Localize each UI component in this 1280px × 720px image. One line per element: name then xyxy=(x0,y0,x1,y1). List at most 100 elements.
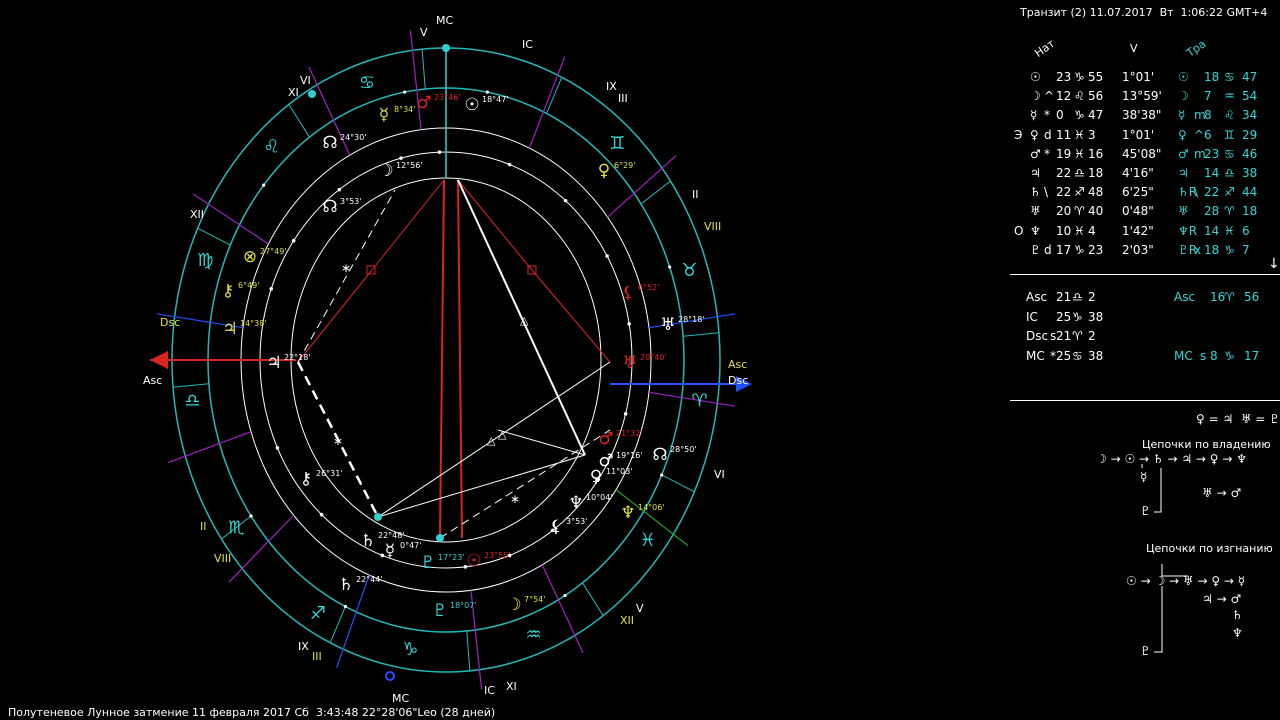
table-cell: 28 xyxy=(1204,204,1220,219)
table-cell: Asc xyxy=(1174,290,1196,304)
house-number-label: VI xyxy=(714,468,725,481)
aspect-trine-marker: △ xyxy=(520,314,529,327)
natal-planet-glyph: ⊗ xyxy=(243,247,257,267)
table-cell: ♃ xyxy=(1178,166,1189,180)
table-cell: ♑ xyxy=(1224,348,1235,363)
house-number-label: XII xyxy=(620,614,634,627)
planet-table-row: ♄ \ 22 ♐ 48 6'25" ♄R \ 22 ♐ 44 xyxy=(1010,185,1280,204)
table-cell: 18 xyxy=(1242,204,1258,219)
planet-table-row: O ♆ 10 ♓ 4 1'42" ♆R 14 ♓ 6 xyxy=(1010,224,1280,243)
transit-planet-degree: 6°29' xyxy=(614,161,635,170)
table-cell: ^ xyxy=(1044,89,1055,104)
table-cell: 1°01' xyxy=(1122,127,1155,142)
table-cell: 38 xyxy=(1088,348,1104,363)
natal-planet-glyph: ♃ xyxy=(266,353,281,373)
ring-dot xyxy=(403,90,407,94)
table-cell: ☽ xyxy=(1030,89,1041,104)
table-cell: ♒ xyxy=(1224,89,1235,104)
table-cell: 25 xyxy=(1056,309,1072,324)
aspect-line xyxy=(457,179,533,271)
sign-boundary-line xyxy=(172,383,209,388)
table-cell: IC xyxy=(1026,309,1038,324)
divider xyxy=(1010,274,1280,275)
asc-right-label: Asc xyxy=(728,358,747,371)
natal-planet-glyph: ☿ xyxy=(385,541,395,561)
natal-planet-degree: 17°23' xyxy=(438,553,465,562)
table-cell: \ xyxy=(1194,185,1199,200)
table-cell: x xyxy=(1194,242,1202,257)
planet-table-row: ♇ d 17 ♑ 23 2'03" ♇R x 18 ♑ 7 xyxy=(1010,243,1280,262)
natal-planet-degree: 22°18' xyxy=(284,353,311,362)
table-cell: * xyxy=(1044,146,1050,161)
table-cell: ♓ xyxy=(1074,223,1085,238)
table-cell: ♎ xyxy=(1224,166,1235,180)
table-cell: ♋ xyxy=(1224,146,1235,161)
table-cell: 2 xyxy=(1088,329,1096,343)
natal-planet-glyph: ⚸ xyxy=(622,283,634,303)
natal-planet-degree: 26°31' xyxy=(316,469,343,478)
table-cell: d xyxy=(1044,242,1052,257)
table-cell: 21 xyxy=(1056,329,1072,343)
ring-dot xyxy=(337,187,342,192)
zodiac-sign-glyph: ♒ xyxy=(525,624,541,645)
natal-planet-degree: 0°47' xyxy=(400,541,421,550)
ring-dot xyxy=(275,446,280,450)
scroll-down-arrow[interactable]: ↓ xyxy=(1268,256,1280,272)
table-cell: 13°59' xyxy=(1122,89,1162,104)
zodiac-sign-glyph: ♐ xyxy=(310,603,326,624)
mc-top-label: MC xyxy=(436,14,453,27)
table-cell: 10 xyxy=(1056,223,1072,238)
natal-planet-degree: 3°53' xyxy=(340,197,361,206)
table-cell: 22 xyxy=(1056,166,1072,180)
zodiac-sign-glyph: ♏ xyxy=(228,517,244,538)
ring-dot xyxy=(399,156,403,160)
angle-axis xyxy=(150,44,752,681)
zodiac-sign-glyph: ♎ xyxy=(184,391,200,412)
table-cell: ♑ xyxy=(1074,108,1085,123)
zodiac-sign-glyph: ♑ xyxy=(402,639,418,660)
house-cusp-line xyxy=(409,30,422,130)
table-cell: ♀ xyxy=(1030,127,1039,142)
house-number-label: XI xyxy=(288,86,299,99)
natal-planet-glyph: ♂ xyxy=(598,451,613,471)
aspect-line xyxy=(297,269,373,363)
transit-planet-glyph: ⚷ xyxy=(222,281,234,301)
planet-table-row: ♃ 22 ♎ 18 4'16" ♃ 14 ♎ 38 xyxy=(1010,166,1280,185)
transit-planet-glyph: ♇ xyxy=(432,601,447,621)
natal-planet-glyph: ⚸ xyxy=(550,517,562,537)
table-cell: Dsc xyxy=(1026,329,1049,343)
transit-planet-degree: 6°49' xyxy=(238,281,259,290)
table-cell: 6 xyxy=(1242,223,1250,238)
ring-dot xyxy=(437,150,442,154)
transit-planet-degree: 8°34' xyxy=(394,105,415,114)
ring-dot xyxy=(507,162,512,167)
ring-dot xyxy=(291,238,296,243)
table-cell: ♌ xyxy=(1074,89,1085,104)
aspect-sextile-marker: ∗ xyxy=(333,434,343,448)
natal-planet-degree: 21°32' xyxy=(616,429,643,438)
table-cell: 40 xyxy=(1088,204,1104,219)
dsc-left-label: Dsc xyxy=(160,316,180,329)
table-cell: 38 xyxy=(1088,309,1104,324)
transit-planet-degree: 24°30' xyxy=(340,133,367,142)
table-cell: ♂ xyxy=(1178,146,1189,161)
sign-boundary-line xyxy=(640,180,671,205)
table-cell: 54 xyxy=(1242,89,1258,104)
table-cell: ♑ xyxy=(1074,242,1085,257)
exile-title: Цепочки по изгнанию xyxy=(1146,542,1273,555)
table-cell: ♐ xyxy=(1224,185,1235,200)
house-number-label: V xyxy=(420,26,428,39)
natal-planet-degree: 22°48' xyxy=(378,531,405,540)
table-cell: 0'48" xyxy=(1122,204,1154,219)
table-cell: 7 xyxy=(1242,242,1250,257)
natal-planet-glyph: ♇ xyxy=(420,553,435,573)
transit-planet-glyph: ☿ xyxy=(379,105,389,125)
ring-dot xyxy=(596,477,601,482)
table-cell: 16 xyxy=(1210,290,1226,304)
planet-table-row: ♅ 20 ♈ 40 0'48" ♅ 28 ♈ 18 xyxy=(1010,204,1280,223)
transit-planet-glyph: ♆ xyxy=(620,503,635,523)
table-cell: Э xyxy=(1014,127,1023,142)
ic-top-label: IC xyxy=(522,38,533,51)
table-cell: ☉ xyxy=(1178,70,1189,84)
table-cell: 4 xyxy=(1088,223,1096,238)
